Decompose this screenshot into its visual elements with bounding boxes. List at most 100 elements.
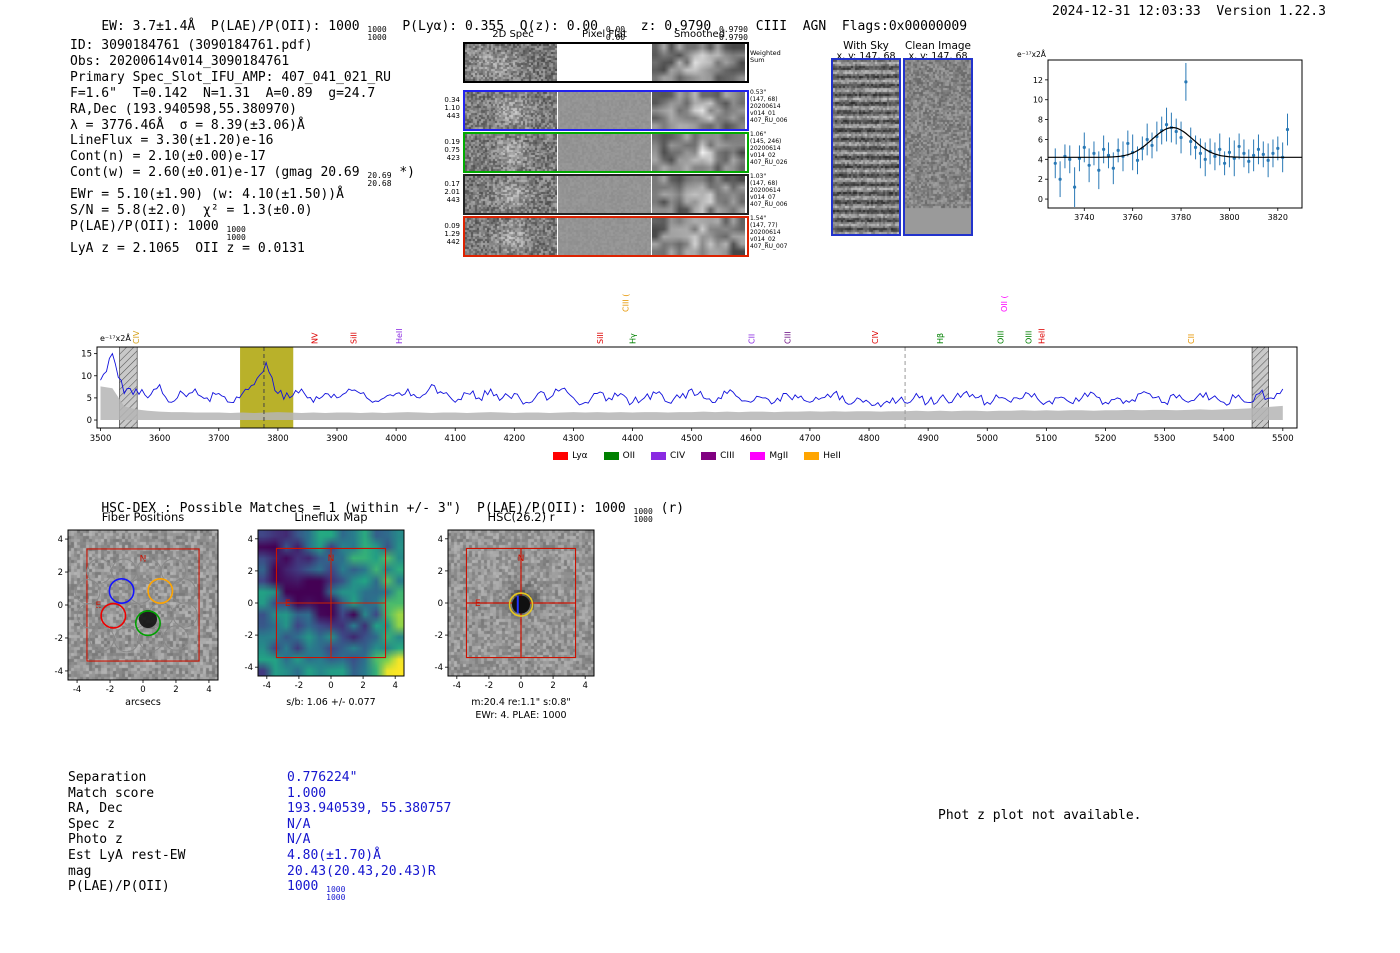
svg-text:OIII: OIII <box>996 331 1005 344</box>
svg-text:3780: 3780 <box>1171 213 1191 222</box>
svg-text:3760: 3760 <box>1122 213 1142 222</box>
svg-text:-4: -4 <box>73 685 81 695</box>
svg-text:CIII (: CIII ( <box>621 294 630 312</box>
svg-text:-2: -2 <box>485 681 493 691</box>
info-line-primary: Primary Spec_Slot_IFU_AMP: 407_041_021_R… <box>70 69 391 85</box>
svg-text:6: 6 <box>1038 135 1043 144</box>
svg-text:2: 2 <box>360 681 365 691</box>
spec2d-row-smoothed <box>652 218 745 255</box>
svg-text:8: 8 <box>1038 116 1043 125</box>
svg-text:HeII: HeII <box>395 328 404 344</box>
svg-text:5000: 5000 <box>976 434 998 444</box>
table-row: Photo z N/A <box>68 832 311 848</box>
svg-text:0: 0 <box>140 685 145 695</box>
svg-text:4200: 4200 <box>504 434 526 444</box>
legend-swatch <box>804 452 820 460</box>
svg-text:-4: -4 <box>263 681 271 691</box>
table-plae-fraction: 1000 1000 <box>326 885 346 902</box>
cutout-overlay: -4-4-2-2002244NE <box>55 529 219 695</box>
spec2d-row-smoothed <box>652 92 745 129</box>
spec2d-row-smoothed <box>652 134 745 171</box>
svg-text:0: 0 <box>248 599 253 609</box>
svg-text:0: 0 <box>87 416 92 426</box>
spec2d-row-pixelflat <box>558 176 651 213</box>
svg-text:2: 2 <box>58 568 63 578</box>
svg-text:E: E <box>285 599 291 609</box>
svg-text:4: 4 <box>1038 155 1043 164</box>
svg-text:CIV: CIV <box>132 330 141 344</box>
spec2d-weighted-2d <box>465 44 557 81</box>
legend-item: Lyα <box>553 451 588 461</box>
svg-text:5100: 5100 <box>1036 434 1058 444</box>
svg-text:CII: CII <box>1187 334 1196 344</box>
svg-text:-4: -4 <box>453 681 461 691</box>
svg-text:-2: -2 <box>295 681 303 691</box>
spec2d-row-leftlabel: 0.19 0.75 423 <box>444 138 460 163</box>
legend-label: HeII <box>823 451 841 461</box>
spec2d-header-pixelflat: Pixel Flat <box>582 29 627 40</box>
svg-text:4000: 4000 <box>385 434 407 444</box>
info-line-obs: Obs: 20200614v014_3090184761 <box>70 53 290 69</box>
match-table: Separation 0.776224" Match score 1.000 RA,… <box>68 770 528 902</box>
legend-swatch <box>701 452 717 460</box>
svg-text:10: 10 <box>81 372 92 382</box>
svg-text:3800: 3800 <box>1219 213 1239 222</box>
svg-text:3900: 3900 <box>326 434 348 444</box>
svg-text:2: 2 <box>173 685 178 695</box>
svg-text:HeII: HeII <box>1038 328 1047 344</box>
svg-text:4: 4 <box>206 685 211 695</box>
legend-label: CIV <box>670 451 686 461</box>
svg-text:e⁻¹⁷x2Å: e⁻¹⁷x2Å <box>100 332 131 343</box>
table-row: RA, Dec 193.940539, 55.380757 <box>68 801 452 817</box>
svg-text:5: 5 <box>87 394 92 404</box>
table-row: Est LyA rest-EW 4.80(±1.70)Å <box>68 847 381 863</box>
spec2d-row-leftlabel: 0.17 2.01 443 <box>444 180 460 205</box>
spec2d-row-leftlabel: 0.34 1.10 443 <box>444 96 460 121</box>
table-row: mag 20.43(20.43,20.43)R <box>68 863 436 879</box>
header-summary-text: EW: 3.7±1.4Å P(LAE)/P(OII): 1000 <box>101 19 368 34</box>
spec2d-row-2d <box>465 92 557 129</box>
svg-text:4700: 4700 <box>799 434 821 444</box>
svg-text:3600: 3600 <box>149 434 171 444</box>
svg-text:3740: 3740 <box>1074 213 1094 222</box>
info-block: ID: 3090184761 (3090184761.pdf) Obs: 202… <box>70 38 415 257</box>
gmag-fraction: 20.69 20.68 <box>367 171 392 188</box>
legend-item: CIII <box>701 451 734 461</box>
info-line-lyaz: LyA z = 2.1065 OII z = 0.0131 <box>70 241 305 257</box>
legend-label: CIII <box>720 451 735 461</box>
table-row: Match score 1.000 <box>68 785 327 801</box>
svg-text:4: 4 <box>58 535 63 545</box>
spec2d-row-rightlabel: 0.53" (147, 68) 20200614 v014_01 407_RU_006 <box>750 89 788 124</box>
legend-item: OII <box>603 451 635 461</box>
svg-text:4: 4 <box>248 535 253 545</box>
header-flags: CIII AGN Flags:0x00000009 <box>747 19 968 34</box>
table-row: P(LAE)/P(OII) 1000 1000 1000 <box>68 879 346 902</box>
svg-text:E: E <box>475 599 481 609</box>
zoom-spectrum-svg: 0 2 4 6 8 10 12 3740 3760 3780 3800 3820 e⁻¹⁷x2Å <box>1017 50 1303 222</box>
svg-text:4: 4 <box>582 681 587 691</box>
svg-text:3820: 3820 <box>1268 213 1288 222</box>
cutout-caption-arcsecs: arcsecs <box>125 697 161 708</box>
svg-text:CIV: CIV <box>871 330 880 344</box>
spec2d-header-smoothed: Smoothed <box>673 29 726 40</box>
spec2d-weighted-label: Weighted Sum <box>750 49 781 64</box>
svg-text:SiII: SiII <box>596 332 605 344</box>
svg-text:OII (: OII ( <box>1000 295 1009 312</box>
svg-text:CIII: CIII <box>783 331 792 344</box>
spec2d-row-rightlabel: 1.06" (145, 246) 20200614 v014_02 407_RU_026 <box>750 131 788 166</box>
info-line-lineflux: LineFlux = 3.30(±1.20)e-16 <box>70 133 274 149</box>
zoom-spectrum-chart: 0 2 4 6 8 10 12 3740 3760 3780 3800 3820 e⁻¹⁷x2Å <box>1015 45 1315 235</box>
svg-text:Hβ: Hβ <box>936 333 945 344</box>
legend-label: Lyα <box>572 451 588 461</box>
spec2d-row-rightlabel: 1.03" (147, 68) 20200614 v014_07 407_RU_006 <box>750 173 788 208</box>
svg-text:-2: -2 <box>435 631 443 641</box>
legend-item: MgII <box>750 451 788 461</box>
svg-text:0: 0 <box>328 681 333 691</box>
svg-text:0: 0 <box>1038 195 1043 204</box>
cutout-title-lineflux-map: Lineflux Map <box>294 510 368 524</box>
legend-swatch <box>553 452 569 460</box>
svg-text:2: 2 <box>1038 175 1043 184</box>
spec2d-row-leftlabel: 0.09 1.29 442 <box>444 222 460 247</box>
svg-text:15: 15 <box>81 350 92 360</box>
cutout-caption-hsc-1: m:20.4 re:1.1" s:0.8" <box>471 697 571 708</box>
